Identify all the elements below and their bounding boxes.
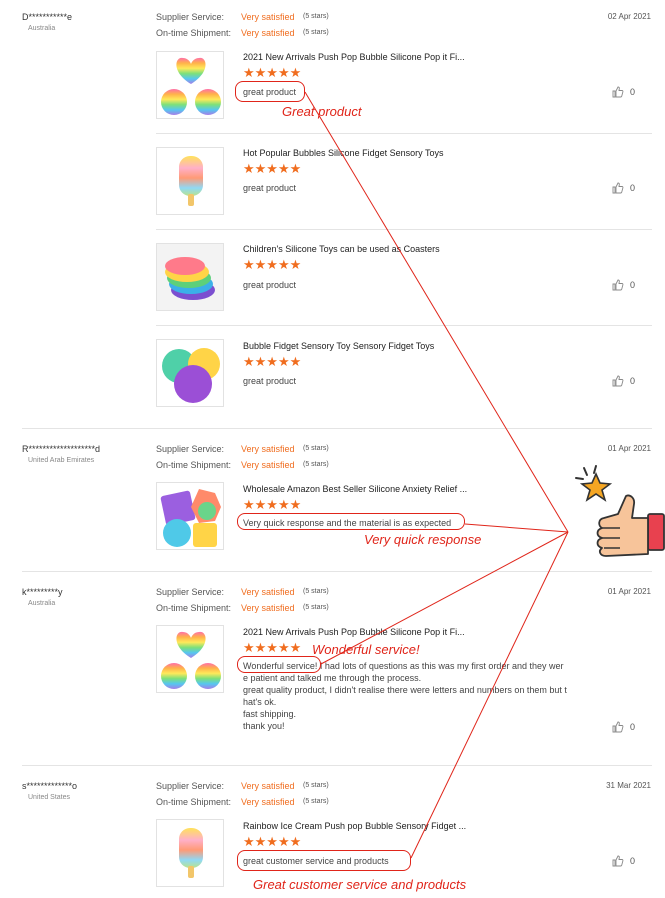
callout-box-quick-response [237,513,465,530]
like-button[interactable]: 0 [612,721,635,733]
rating-stars: ★★★★★ [243,640,302,655]
reviewer-name: s*************o [22,781,78,791]
product-thumbnail-heart-popit[interactable] [156,51,224,119]
rating-stars: ★★★★★ [243,834,302,849]
rating-stars: ★★★★★ [243,354,302,369]
product-title[interactable]: Wholesale Amazon Best Seller Silicone An… [243,484,467,494]
supplier-service-value: Very satisfied [241,12,295,22]
thumbs-up-icon [612,279,624,291]
ontime-shipment-stars: (5 stars) [303,604,329,611]
product-thumbnail-popsicle[interactable] [156,147,224,215]
review-divider [22,765,652,766]
item-divider [156,325,652,326]
like-count: 0 [630,280,636,290]
like-button[interactable]: 0 [612,855,635,867]
item-divider [156,229,652,230]
rating-stars: ★★★★★ [243,257,302,272]
product-title[interactable]: Rainbow Ice Cream Push pop Bubble Sensor… [243,821,466,831]
thumbs-up-icon [612,721,624,733]
review-date: 01 Apr 2021 [607,587,651,596]
ontime-shipment-value: Very satisfied [241,460,295,470]
review-date: 01 Apr 2021 [607,444,651,453]
product-thumbnail-square-popit[interactable] [156,482,224,550]
like-count: 0 [630,376,636,386]
star-icon [579,472,613,502]
review-text: great product [243,183,297,193]
rating-stars: ★★★★★ [243,65,302,80]
supplier-service-label: Supplier Service: [156,587,225,597]
supplier-service-label: Supplier Service: [156,444,225,454]
product-thumbnail-heart-popit[interactable] [156,625,224,693]
callout-box-customer-service [237,850,411,871]
ontime-shipment-label: On-time Shipment: [156,460,232,470]
rating-stars: ★★★★★ [243,161,302,176]
like-count: 0 [630,856,636,866]
product-title[interactable]: Bubble Fidget Sensory Toy Sensory Fidget… [243,341,434,351]
reviewer-country: United Arab Emirates [28,457,95,464]
supplier-service-stars: (5 stars) [303,782,329,789]
reviewer-country: Australia [28,600,56,607]
supplier-service-label: Supplier Service: [156,781,225,791]
review-divider [22,571,652,572]
product-thumbnail-icecream[interactable] [156,819,224,887]
like-button[interactable]: 0 [612,279,635,291]
like-button[interactable]: 0 [612,182,635,194]
supplier-service-stars: (5 stars) [303,445,329,452]
ontime-shipment-value: Very satisfied [241,28,295,38]
rating-stars: ★★★★★ [243,497,302,512]
like-button[interactable]: 0 [612,375,635,387]
review-text: great product [243,280,297,290]
supplier-service-value: Very satisfied [241,781,295,791]
supplier-service-label: Supplier Service: [156,12,225,22]
ontime-shipment-value: Very satisfied [241,797,295,807]
reviewer-name: R*******************d [22,444,101,454]
product-title[interactable]: 2021 New Arrivals Push Pop Bubble Silico… [243,52,465,62]
product-thumbnail-round-popit[interactable] [156,339,224,407]
callout-customer-service: Great customer service and products [253,877,467,892]
ontime-shipment-stars: (5 stars) [303,461,329,468]
item-divider [156,133,652,134]
review-date: 31 Mar 2021 [606,781,651,790]
review-divider [22,428,652,429]
product-title[interactable]: Children's Silicone Toys can be used as … [243,244,440,254]
callout-box-wonderful-service [237,656,321,673]
review-date: 02 Apr 2021 [607,12,651,21]
reviewer-name: k*********y [22,587,63,597]
ontime-shipment-label: On-time Shipment: [156,603,232,613]
callout-wonderful-service: Wonderful service! [312,642,420,657]
supplier-service-stars: (5 stars) [303,588,329,595]
reviewer-country: United States [28,794,71,801]
ontime-shipment-label: On-time Shipment: [156,797,232,807]
callout-great-product: Great product [282,104,362,119]
supplier-service-stars: (5 stars) [303,13,329,20]
product-thumbnail-coasters[interactable] [156,243,224,311]
ontime-shipment-stars: (5 stars) [303,29,329,36]
ontime-shipment-label: On-time Shipment: [156,28,232,38]
callout-box-great-product [235,81,305,102]
product-title[interactable]: Hot Popular Bubbles Silicone Fidget Sens… [243,148,443,158]
review-text: great product [243,376,297,386]
supplier-service-value: Very satisfied [241,444,295,454]
thumbs-up-icon [612,375,624,387]
thumbs-up-sticker-icon [575,465,665,557]
product-title[interactable]: 2021 New Arrivals Push Pop Bubble Silico… [243,627,465,637]
ontime-shipment-value: Very satisfied [241,603,295,613]
like-count: 0 [630,183,636,193]
like-count: 0 [630,722,636,732]
thumbs-up-icon [612,855,624,867]
callout-quick-response: Very quick response [364,532,482,547]
like-button[interactable]: 0 [612,86,635,98]
like-count: 0 [630,87,636,97]
thumbs-up-icon [612,182,624,194]
supplier-service-value: Very satisfied [241,587,295,597]
reviewer-country: Australia [28,25,56,32]
ontime-shipment-stars: (5 stars) [303,798,329,805]
thumbs-up-icon [612,86,624,98]
reviewer-name: D***********e [22,12,73,22]
